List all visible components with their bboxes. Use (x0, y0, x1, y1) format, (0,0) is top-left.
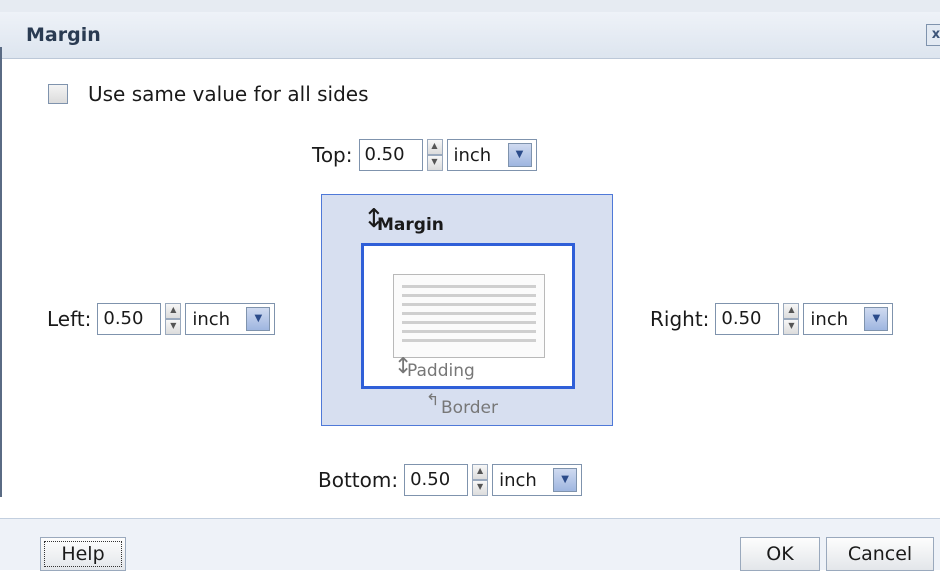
bottom-value-input[interactable]: 0.50 (404, 464, 469, 496)
left-value-input[interactable]: 0.50 (97, 303, 162, 335)
spin-up-icon[interactable]: ▲ (426, 139, 443, 155)
content-line (402, 285, 536, 288)
content-line (402, 339, 536, 342)
bottom-spinner[interactable]: ▲ ▼ (472, 464, 489, 496)
bottom-unit-value: inch (499, 469, 537, 491)
spin-down-icon[interactable]: ▼ (426, 155, 443, 171)
top-label: Top: (312, 143, 353, 167)
content-line (402, 294, 536, 297)
same-value-row: Use same value for all sides (48, 82, 369, 106)
top-value-input[interactable]: 0.50 (358, 139, 423, 171)
content-line (402, 321, 536, 324)
bottom-margin-field: Bottom: 0.50 ▲ ▼ inch ▼ (318, 464, 583, 496)
content-line (402, 303, 536, 306)
spin-up-icon[interactable]: ▲ (165, 303, 182, 319)
right-value-input[interactable]: 0.50 (715, 303, 780, 335)
left-label: Left: (47, 307, 92, 331)
chevron-down-icon[interactable]: ▼ (507, 143, 532, 167)
right-spinner[interactable]: ▲ ▼ (783, 303, 800, 335)
spin-up-icon[interactable]: ▲ (783, 303, 800, 319)
chevron-down-icon[interactable]: ▼ (246, 307, 271, 331)
spin-down-icon[interactable]: ▼ (165, 319, 182, 335)
right-label: Right: (650, 307, 710, 331)
top-unit-value: inch (453, 144, 492, 166)
diagram-margin-label: Margin (377, 215, 444, 235)
ok-button[interactable]: OK (740, 537, 820, 571)
dialog-left-edge (0, 47, 2, 497)
diagram-border-label: Border (441, 398, 498, 418)
diagram-content-box (393, 274, 545, 358)
top-margin-field: Top: 0.50 ▲ ▼ inch ▼ (312, 139, 537, 171)
dialog-titlebar: Margin x (0, 12, 940, 59)
dialog-title: Margin (26, 24, 101, 46)
top-spinner[interactable]: ▲ ▼ (426, 139, 443, 171)
spin-down-icon[interactable]: ▼ (472, 480, 489, 496)
spin-up-icon[interactable]: ▲ (472, 464, 489, 480)
same-value-label: Use same value for all sides (88, 82, 369, 106)
help-button[interactable]: Help (40, 537, 126, 571)
right-margin-field: Right: 0.50 ▲ ▼ inch ▼ (650, 303, 894, 335)
left-spinner[interactable]: ▲ ▼ (165, 303, 182, 335)
chevron-down-icon[interactable]: ▼ (864, 307, 889, 331)
content-line (402, 312, 536, 315)
spin-down-icon[interactable]: ▼ (783, 319, 800, 335)
right-unit-select[interactable]: inch ▼ (803, 303, 894, 335)
border-arrow-icon: ↰ (426, 390, 440, 409)
chevron-down-icon[interactable]: ▼ (553, 468, 578, 492)
diagram-padding-label: Padding (407, 361, 475, 381)
close-icon[interactable]: x (926, 24, 940, 46)
left-margin-field: Left: 0.50 ▲ ▼ inch ▼ (47, 303, 276, 335)
left-unit-value: inch (192, 308, 231, 330)
same-value-checkbox[interactable] (48, 84, 68, 104)
content-line (402, 330, 536, 333)
left-unit-select[interactable]: inch ▼ (185, 303, 276, 335)
cancel-button[interactable]: Cancel (826, 537, 934, 571)
right-unit-value: inch (810, 308, 849, 330)
top-unit-select[interactable]: inch ▼ (446, 139, 537, 171)
bottom-unit-select[interactable]: inch ▼ (492, 464, 583, 496)
bottom-label: Bottom: (318, 468, 399, 492)
